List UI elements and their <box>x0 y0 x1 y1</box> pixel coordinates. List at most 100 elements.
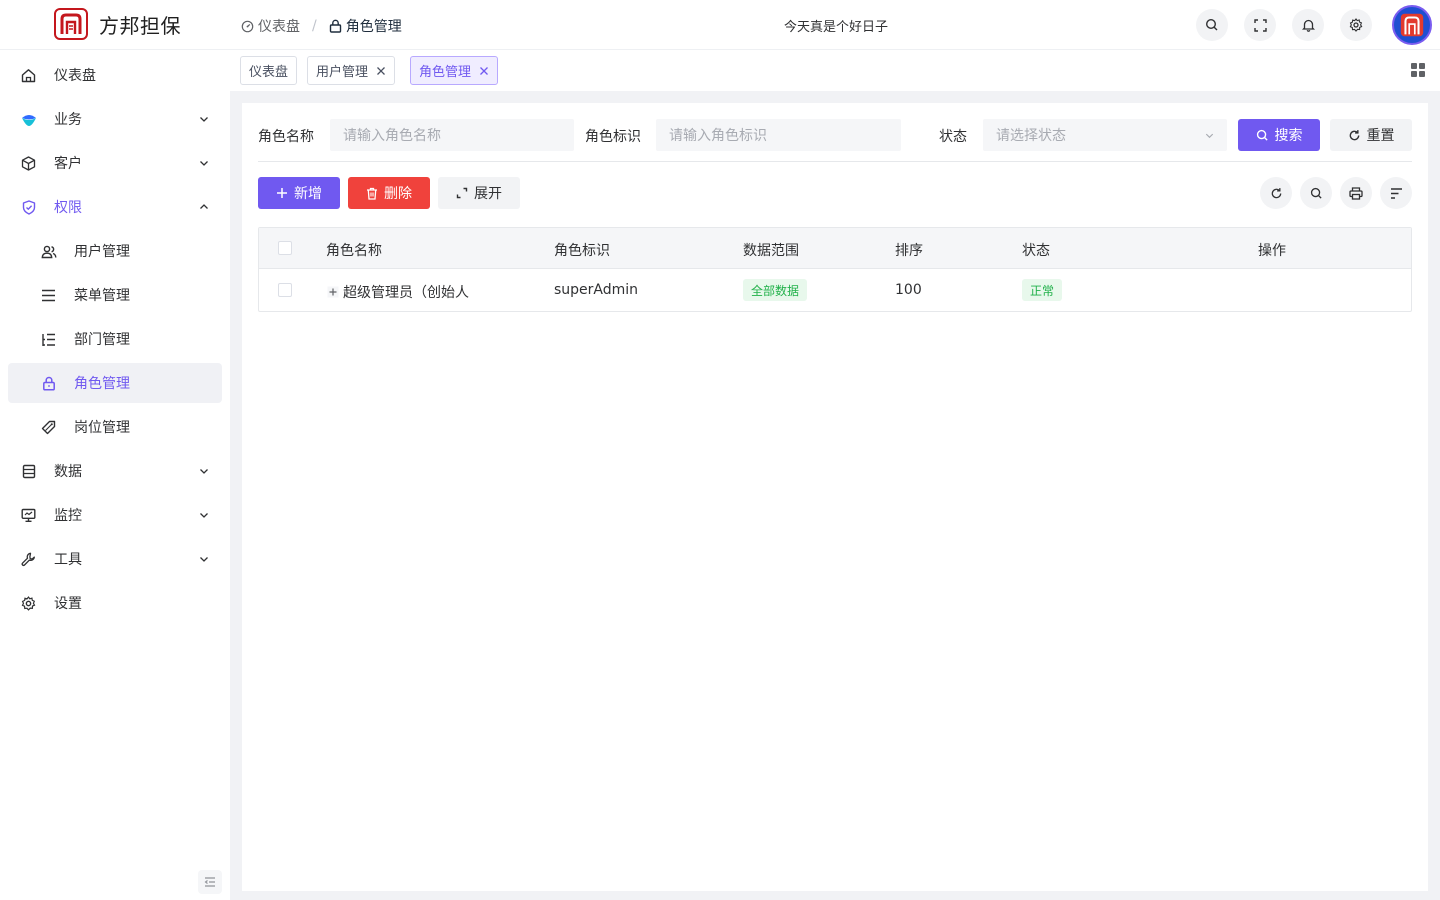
header-notification-button[interactable] <box>1292 9 1324 41</box>
sidebar-item-label: 设置 <box>54 596 82 612</box>
sort-icon <box>1390 187 1403 199</box>
user-avatar[interactable] <box>1392 5 1432 45</box>
sidebar-item-monitor[interactable]: 监控 <box>8 495 222 535</box>
sidebar-item-label: 部门管理 <box>74 332 130 348</box>
plus-square-icon[interactable] <box>326 286 339 299</box>
table-search-toggle-button[interactable] <box>1300 177 1332 209</box>
gear-icon <box>20 595 37 612</box>
sidebar-item-label: 菜单管理 <box>74 288 130 304</box>
reset-button[interactable]: 重置 <box>1330 119 1412 151</box>
column-header-data-scope: 数据范围 <box>743 243 799 259</box>
search-icon <box>1310 187 1323 200</box>
form-divider <box>258 161 1412 162</box>
table-print-button[interactable] <box>1340 177 1372 209</box>
sidebar-item-label: 岗位管理 <box>74 420 130 436</box>
table-refresh-button[interactable] <box>1260 177 1292 209</box>
sidebar-item-customer[interactable]: 客户 <box>8 143 222 183</box>
table-header: 角色名称 角色标识 数据范围 排序 状态 操作 <box>259 228 1411 269</box>
sidebar-item-label: 客户 <box>54 156 82 172</box>
row-role-key: superAdmin <box>554 282 639 298</box>
tabs-bar: 仪表盘 用户管理 角色管理 <box>230 50 1440 91</box>
delete-button-label: 删除 <box>384 186 412 202</box>
chevron-down-icon <box>198 157 210 169</box>
row-sort: 100 <box>895 282 922 298</box>
sidebar-item-dashboard[interactable]: 仪表盘 <box>8 55 222 95</box>
tab-dashboard[interactable]: 仪表盘 <box>240 56 298 85</box>
status-select-placeholder: 请选择状态 <box>996 128 1066 144</box>
header-motto: 今天真是个好日子 <box>784 20 889 35</box>
sidebar-item-data[interactable]: 数据 <box>8 451 222 491</box>
column-header-role-key: 角色标识 <box>554 243 610 259</box>
reset-button-label: 重置 <box>1366 128 1395 144</box>
breadcrumb-label: 角色管理 <box>345 19 402 35</box>
sidebar-item-menu[interactable]: 菜单管理 <box>8 275 222 315</box>
sidebar-item-posts[interactable]: 岗位管理 <box>8 407 222 447</box>
search-button[interactable]: 搜索 <box>1238 119 1320 151</box>
bell-icon <box>1301 18 1315 32</box>
sidebar-item-department[interactable]: 部门管理 <box>8 319 222 359</box>
sidebar-item-business[interactable]: 业务 <box>8 99 222 139</box>
role-key-input[interactable]: 请输入角色标识 <box>656 119 901 151</box>
tab-role-management[interactable]: 角色管理 <box>410 56 499 85</box>
chevron-down-icon <box>198 553 210 565</box>
layout-grid-icon[interactable] <box>1411 63 1425 77</box>
column-header-role-name: 角色名称 <box>326 243 382 259</box>
database-icon <box>20 463 37 480</box>
close-icon[interactable] <box>479 66 489 76</box>
sidebar-item-tools[interactable]: 工具 <box>8 539 222 579</box>
sidebar-item-permission[interactable]: 权限 <box>8 187 222 227</box>
shield-icon <box>20 199 37 216</box>
sidebar-item-roles[interactable]: 角色管理 <box>8 363 222 403</box>
refresh-icon <box>1270 187 1283 200</box>
chevron-down-icon <box>198 509 210 521</box>
status-badge: 正常 <box>1022 279 1063 301</box>
delete-button[interactable]: 删除 <box>348 177 430 209</box>
content-panel <box>242 103 1428 891</box>
sidebar-item-label: 角色管理 <box>74 376 130 392</box>
sidebar-item-label: 数据 <box>54 464 82 480</box>
column-header-sort: 排序 <box>895 243 923 259</box>
lock-icon <box>329 19 342 33</box>
sidebar-collapse-button[interactable] <box>198 870 222 894</box>
sidebar-item-label: 仪表盘 <box>54 68 96 84</box>
trash-icon <box>366 187 378 200</box>
dashboard-icon <box>241 20 254 33</box>
header-search-button[interactable] <box>1196 9 1228 41</box>
sidebar: 仪表盘 业务 客户 权限 用户管理 菜单管理 部门管理 角色管理 岗位管理 数据 <box>0 51 230 900</box>
status-select[interactable]: 请选择状态 <box>983 119 1227 151</box>
role-name-input[interactable]: 请输入角色名称 <box>330 119 574 151</box>
data-scope-badge: 全部数据 <box>743 279 808 301</box>
brand-name: 方邦担保 <box>99 13 181 38</box>
row-checkbox[interactable] <box>278 283 292 297</box>
header-fullscreen-button[interactable] <box>1244 9 1276 41</box>
refresh-icon <box>1348 129 1361 142</box>
collapse-menu-icon <box>204 877 216 887</box>
expand-button-label: 展开 <box>474 186 502 202</box>
role-name-label: 角色名称 <box>258 129 314 145</box>
wrench-icon <box>20 551 37 568</box>
gear-icon <box>1349 18 1363 32</box>
top-header: 方邦担保 仪表盘 / 角色管理 今天真是个好日子 <box>0 0 1440 50</box>
tab-label: 用户管理 <box>316 65 369 80</box>
sidebar-item-users[interactable]: 用户管理 <box>8 231 222 271</box>
search-icon <box>1205 18 1219 32</box>
select-all-checkbox[interactable] <box>278 241 292 255</box>
breadcrumb-current: 角色管理 <box>329 16 402 36</box>
close-icon[interactable] <box>376 66 386 76</box>
row-role-name-text: 超级管理员（创始人 <box>343 285 469 301</box>
header-settings-button[interactable] <box>1340 9 1372 41</box>
home-icon <box>20 67 37 84</box>
breadcrumb-separator: / <box>312 18 317 34</box>
tab-user-management[interactable]: 用户管理 <box>307 56 396 85</box>
print-icon <box>1349 186 1363 200</box>
table-column-settings-button[interactable] <box>1380 177 1412 209</box>
tag-icon <box>40 419 57 436</box>
cube-icon <box>20 155 37 172</box>
expand-button[interactable]: 展开 <box>438 177 520 209</box>
brand-logo[interactable]: 方邦担保 <box>54 8 181 40</box>
sidebar-item-settings[interactable]: 设置 <box>8 583 222 623</box>
add-button[interactable]: 新增 <box>258 177 340 209</box>
list-tree-icon <box>40 331 57 348</box>
menu-icon <box>40 287 57 304</box>
breadcrumb-dashboard[interactable]: 仪表盘 <box>241 16 300 36</box>
